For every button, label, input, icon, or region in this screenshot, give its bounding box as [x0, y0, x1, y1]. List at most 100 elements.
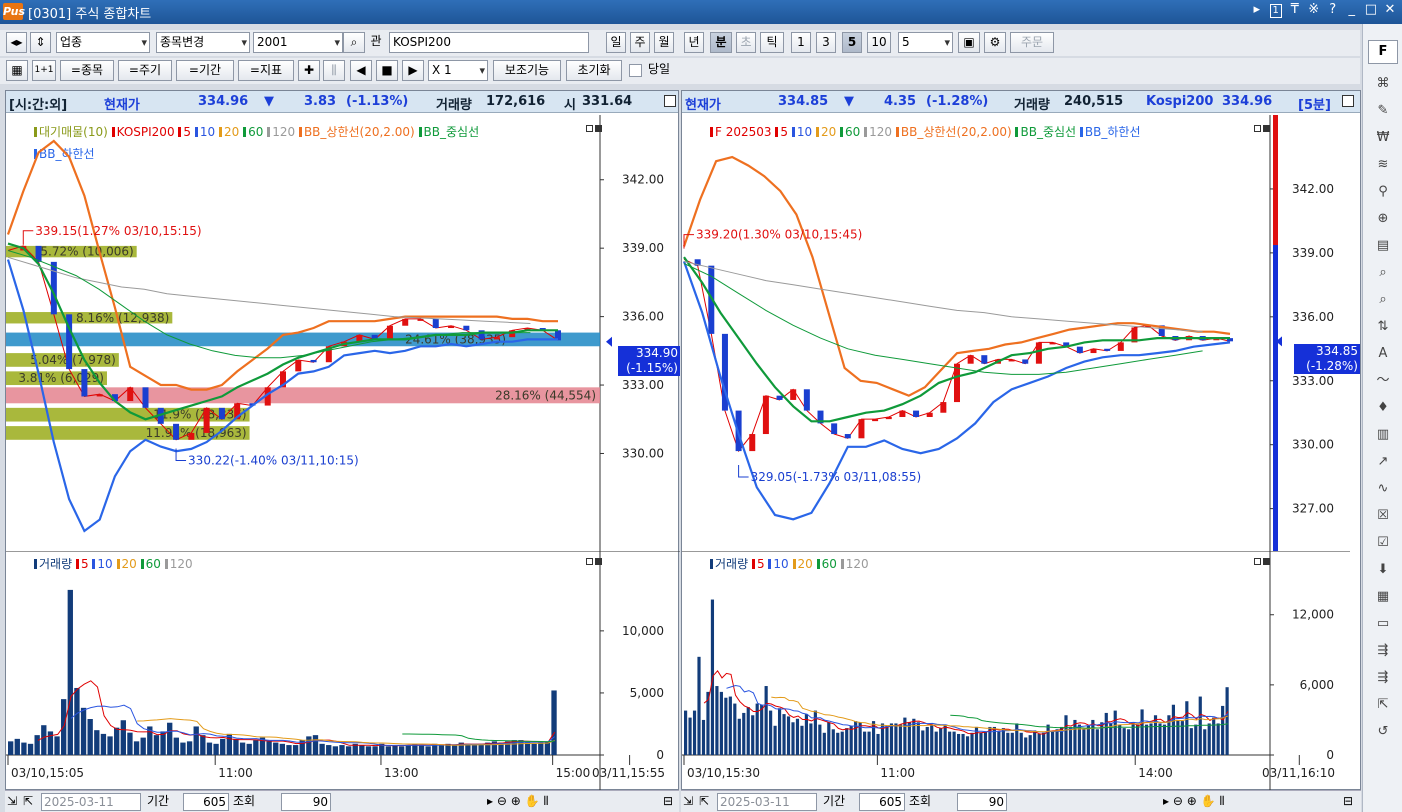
order-button[interactable]: 주문 — [1010, 32, 1054, 53]
period-week-button[interactable]: 주 — [630, 32, 650, 53]
play-icon[interactable]: ▶ — [402, 60, 424, 81]
minimize-icon[interactable]: _ — [1346, 2, 1358, 18]
list-icon[interactable]: ▤ — [1371, 236, 1395, 256]
split-layout-button[interactable]: 1+1 — [32, 60, 56, 81]
code-change-select[interactable]: 종목변경 — [156, 32, 250, 53]
nav-up-down-icon[interactable]: ⇕ — [30, 32, 51, 53]
sync-range-button[interactable]: =기간 — [176, 60, 234, 81]
bar-icon[interactable]: ▥ — [1371, 425, 1395, 445]
left-date-field[interactable]: 2025-03-11 — [41, 793, 141, 811]
help-icon[interactable]: ? — [1327, 2, 1339, 18]
multiplier-select[interactable]: X 1 — [428, 60, 488, 81]
count-input[interactable]: 605 — [183, 793, 229, 811]
split-icon[interactable]: ⊟ — [661, 793, 675, 811]
sync-stock-button[interactable]: =종목 — [60, 60, 114, 81]
tree2-icon[interactable]: ⇶ — [1371, 668, 1395, 688]
gear-icon[interactable]: ⚙ — [984, 32, 1006, 53]
split-icon[interactable]: ⊟ — [1341, 793, 1355, 811]
draw-tool2-icon[interactable]: ⇱ — [21, 793, 35, 811]
interval-5-button[interactable]: 5 — [842, 32, 862, 53]
search-icon[interactable]: ⌕ — [343, 32, 365, 53]
annotation-label: 339.20(1.30% 03/10,15:45) — [696, 228, 862, 242]
box2-icon[interactable]: ☑ — [1371, 533, 1395, 553]
sync-period-button[interactable]: =주기 — [118, 60, 172, 81]
candle — [1104, 348, 1111, 351]
panel-maximize-icon[interactable] — [1342, 95, 1354, 107]
wrench-icon[interactable]: ✎ — [1371, 101, 1395, 121]
settings-icon[interactable]: ※ — [1308, 2, 1320, 18]
zoom-stepper[interactable]: 90 — [957, 793, 1007, 811]
zoom-icon[interactable]: ⊕ — [1371, 209, 1395, 229]
line-icon[interactable]: ∿ — [1371, 479, 1395, 499]
custom-interval-select[interactable]: 5 — [898, 32, 953, 53]
grid-icon[interactable]: ▦ — [1371, 587, 1395, 607]
window-icon[interactable]: ▭ — [1371, 614, 1395, 634]
f-button[interactable]: F — [1368, 40, 1398, 64]
interval-10-button[interactable]: 10 — [867, 32, 891, 53]
period-second-button[interactable]: 초 — [736, 32, 756, 53]
magnify2-icon[interactable]: ⌕ — [1371, 290, 1395, 310]
pane-restore-icon[interactable] — [1254, 558, 1261, 565]
count-input[interactable]: 605 — [859, 793, 905, 811]
download-icon[interactable]: ⬇ — [1371, 560, 1395, 580]
trend-icon[interactable]: 〜 — [1371, 371, 1395, 391]
person-icon[interactable]: ⚲ — [1371, 182, 1395, 202]
interval-1-button[interactable]: 1 — [791, 32, 811, 53]
draw-tool2-icon[interactable]: ⇱ — [697, 793, 711, 811]
box-icon[interactable]: ☒ — [1371, 506, 1395, 526]
crosshair-icon[interactable]: ✚ — [298, 60, 320, 81]
grid-layout-icon[interactable]: ▦ — [6, 60, 28, 81]
period-tick-button[interactable]: 틱 — [760, 32, 784, 53]
window-arrow-icon[interactable]: ▸ — [1251, 2, 1263, 18]
pin-icon[interactable]: ₸ — [1289, 2, 1301, 18]
x-tick-label: 03/11,16:10 — [1262, 766, 1335, 780]
export-icon[interactable]: ⇱ — [1371, 695, 1395, 715]
pane-close-icon[interactable] — [595, 558, 602, 565]
reset-button[interactable]: 초기화 — [566, 60, 622, 81]
window-number-icon[interactable]: 1 — [1269, 4, 1282, 18]
compare-icon[interactable]: ⇅ — [1371, 317, 1395, 337]
arrow-icon[interactable]: ↗ — [1371, 452, 1395, 472]
legend-item: 20 — [116, 557, 137, 571]
draw-tool-icon[interactable]: ⇲ — [5, 793, 19, 811]
magnify-icon[interactable]: ⌕ — [1371, 263, 1395, 283]
bars-icon[interactable]: ⫼ — [323, 60, 345, 81]
chart-icon[interactable]: ⌘ — [1371, 74, 1395, 94]
save-icon[interactable]: ▣ — [958, 32, 980, 53]
maximize-icon[interactable]: □ — [1365, 2, 1377, 18]
zoom-controls-icon[interactable]: ▸ ⊖ ⊕ ✋ ⦀ — [1161, 793, 1227, 811]
interval-3-button[interactable]: 3 — [816, 32, 836, 53]
panel-maximize-icon[interactable] — [664, 95, 676, 107]
auto-icon[interactable]: A — [1371, 344, 1395, 364]
code-input[interactable]: 2001 — [253, 32, 343, 53]
query-button[interactable]: 조회 — [907, 793, 933, 811]
nav-left-right-icon[interactable]: ◂▸ — [6, 32, 27, 53]
category-select[interactable]: 업종 — [56, 32, 150, 53]
pane-restore-icon[interactable] — [586, 558, 593, 565]
close-icon[interactable]: ✕ — [1384, 2, 1396, 18]
query-button[interactable]: 조회 — [231, 793, 257, 811]
refresh-icon[interactable]: ↺ — [1371, 722, 1395, 742]
open-value: 331.64 — [582, 94, 633, 109]
candle-icon[interactable]: ♦ — [1371, 398, 1395, 418]
aux-function-button[interactable]: 보조기능 — [493, 60, 561, 81]
zoom-controls-icon[interactable]: ▸ ⊖ ⊕ ✋ ⦀ — [485, 793, 551, 811]
play-back-icon[interactable]: ◀ — [350, 60, 372, 81]
price-icon[interactable]: ₩ — [1371, 128, 1395, 148]
right-date-field[interactable]: 2025-03-11 — [717, 793, 817, 811]
period-minute-button[interactable]: 분 — [710, 32, 732, 53]
today-checkbox[interactable] — [629, 64, 642, 77]
sync-indicator-button[interactable]: =지표 — [238, 60, 294, 81]
period-month-button[interactable]: 월 — [654, 32, 674, 53]
y-tick-label: 327.00 — [1292, 502, 1334, 516]
period-year-button[interactable]: 년 — [684, 32, 704, 53]
trade-icon[interactable]: ≋ — [1371, 155, 1395, 175]
period-day-button[interactable]: 일 — [606, 32, 626, 53]
pane-close-icon[interactable] — [1263, 558, 1270, 565]
volume-bar — [372, 746, 378, 755]
draw-tool-icon[interactable]: ⇲ — [681, 793, 695, 811]
tree-icon[interactable]: ⇶ — [1371, 641, 1395, 661]
index-name-field[interactable]: KOSPI200 — [389, 32, 589, 53]
zoom-stepper[interactable]: 90 — [281, 793, 331, 811]
stop-icon[interactable]: ■ — [376, 60, 398, 81]
